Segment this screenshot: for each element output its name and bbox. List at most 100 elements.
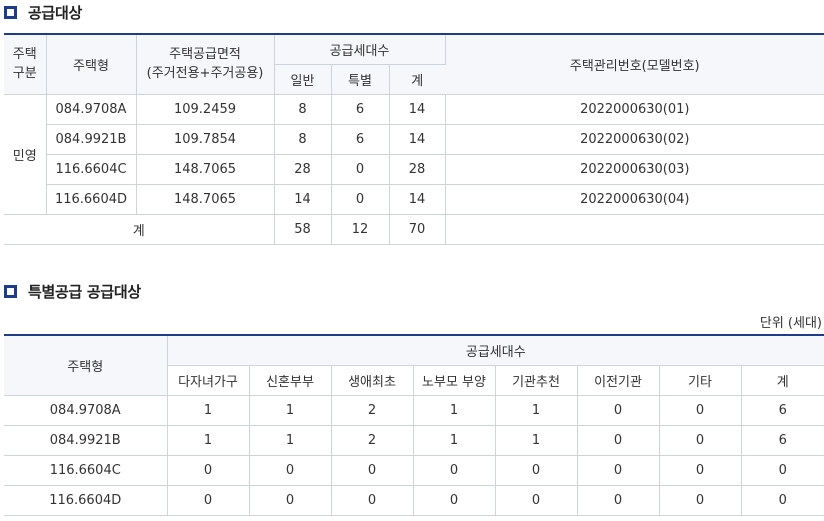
total-total: 70 (389, 214, 446, 245)
cell-value: 0 (741, 485, 824, 516)
cell-value: 0 (577, 455, 660, 486)
cell-value: 6 (741, 395, 824, 426)
cell-value: 0 (659, 395, 742, 426)
cell-type: 116.6604D (4, 485, 168, 516)
cell-type: 116.6604D (46, 184, 137, 215)
cell-type: 084.9921B (4, 425, 168, 456)
cell-total: 14 (389, 94, 446, 125)
cell-area: 148.7065 (136, 154, 275, 185)
header-house-type: 주택형 (46, 33, 137, 95)
cell-area: 109.7854 (136, 124, 275, 155)
total-model-empty (445, 214, 824, 245)
cell-model: 2022000630(01) (445, 94, 824, 125)
total-general: 58 (274, 214, 332, 245)
cell-general: 8 (274, 94, 332, 125)
table-row: 084.9708A 1 1 2 1 1 0 0 6 (4, 395, 824, 426)
special-header-col: 기관추천 (495, 365, 578, 396)
cell-general: 14 (274, 184, 332, 215)
header-model-no: 주택관리번호(모델번호) (445, 33, 824, 95)
cell-area: 109.2459 (136, 94, 275, 125)
supply-table: 주택 구분 주택형 주택공급면적 (주거전용+주거공용) 공급세대수 주택관리번… (4, 33, 824, 245)
special-header-col: 다자녀가구 (167, 365, 250, 396)
cell-value: 1 (249, 425, 332, 456)
cell-special: 6 (331, 124, 390, 155)
cell-value: 6 (741, 425, 824, 456)
table-row: 116.6604C 0 0 0 0 0 0 0 0 (4, 455, 824, 486)
table-row: 116.6604D 0 0 0 0 0 0 0 0 (4, 485, 824, 516)
header-units-general: 일반 (274, 64, 332, 95)
cell-type: 084.9708A (4, 395, 168, 426)
cell-general: 28 (274, 154, 332, 185)
cell-value: 0 (659, 455, 742, 486)
header-area-line1: 주택공급면적 (169, 47, 241, 63)
supply-section-heading: 공급대상 (4, 0, 82, 24)
special-header-house-type: 주택형 (4, 334, 168, 396)
cell-value: 0 (741, 455, 824, 486)
special-section-heading: 특별공급 공급대상 (4, 279, 141, 303)
special-header-col: 계 (741, 365, 824, 396)
cell-value: 1 (495, 395, 578, 426)
group-label: 민영 (4, 94, 47, 215)
square-bullet-icon (4, 284, 17, 298)
cell-value: 0 (167, 485, 250, 516)
total-row: 계 58 12 70 (4, 214, 824, 245)
table-row: 민영 084.9708A 109.2459 8 6 14 2022000630(… (4, 94, 824, 215)
cell-value: 0 (249, 455, 332, 486)
special-header-units: 공급세대수 (167, 334, 824, 366)
special-header-col: 신혼부부 (249, 365, 332, 396)
cell-value: 1 (413, 425, 496, 456)
special-section-title: 특별공급 공급대상 (28, 282, 141, 301)
header-area: 주택공급면적 (주거전용+주거공용) (136, 33, 275, 95)
cell-value: 1 (167, 425, 250, 456)
cell-type: 084.9708A (46, 94, 137, 125)
cell-value: 0 (413, 485, 496, 516)
cell-general: 8 (274, 124, 332, 155)
special-supply-table: 주택형 공급세대수 다자녀가구 신혼부부 생애최초 노부모 부양 기관추천 이전… (4, 334, 824, 516)
cell-value: 0 (577, 395, 660, 426)
cell-value: 1 (413, 395, 496, 426)
cell-area: 148.7065 (136, 184, 275, 215)
cell-type: 116.6604C (4, 455, 168, 486)
header-house-type-group-line1: 주택 (12, 47, 37, 63)
special-header-col: 노부모 부양 (413, 365, 496, 396)
special-header-col: 기타 (659, 365, 742, 396)
header-units-special: 특별 (331, 64, 390, 95)
header-house-type-group: 주택 구분 (4, 33, 47, 95)
header-area-line2: (주거전용+주거공용) (146, 66, 264, 82)
cell-total: 14 (389, 124, 446, 155)
cell-special: 0 (331, 184, 390, 215)
table-row: 084.9921B 1 1 2 1 1 0 0 6 (4, 425, 824, 456)
cell-value: 1 (167, 395, 250, 426)
cell-value: 0 (577, 485, 660, 516)
cell-value: 0 (331, 455, 414, 486)
cell-model: 2022000630(02) (445, 124, 824, 155)
table-row: 084.9921B 109.7854 8 6 14 2022000630(02) (4, 124, 824, 155)
cell-value: 0 (659, 425, 742, 456)
cell-value: 0 (495, 455, 578, 486)
special-header-col: 생애최초 (331, 365, 414, 396)
header-house-type-group-line2: 구분 (12, 66, 37, 82)
cell-value: 2 (331, 395, 414, 426)
cell-value: 2 (331, 425, 414, 456)
cell-value: 0 (331, 485, 414, 516)
cell-special: 6 (331, 94, 390, 125)
cell-model: 2022000630(03) (445, 154, 824, 185)
square-bullet-icon (4, 5, 17, 19)
cell-value: 1 (249, 395, 332, 426)
supply-section-title: 공급대상 (28, 3, 83, 22)
total-special: 12 (331, 214, 390, 245)
cell-value: 1 (495, 425, 578, 456)
cell-total: 28 (389, 154, 446, 185)
cell-value: 0 (577, 425, 660, 456)
cell-total: 14 (389, 184, 446, 215)
table-row: 116.6604C 148.7065 28 0 28 2022000630(03… (4, 154, 824, 185)
cell-model: 2022000630(04) (445, 184, 824, 215)
unit-label: 단위 (세대) (759, 316, 822, 331)
cell-value: 0 (249, 485, 332, 516)
cell-value: 0 (659, 485, 742, 516)
cell-value: 0 (495, 485, 578, 516)
total-label: 계 (4, 214, 275, 245)
cell-type: 084.9921B (46, 124, 137, 155)
special-header-col: 이전기관 (577, 365, 660, 396)
cell-type: 116.6604C (46, 154, 137, 185)
